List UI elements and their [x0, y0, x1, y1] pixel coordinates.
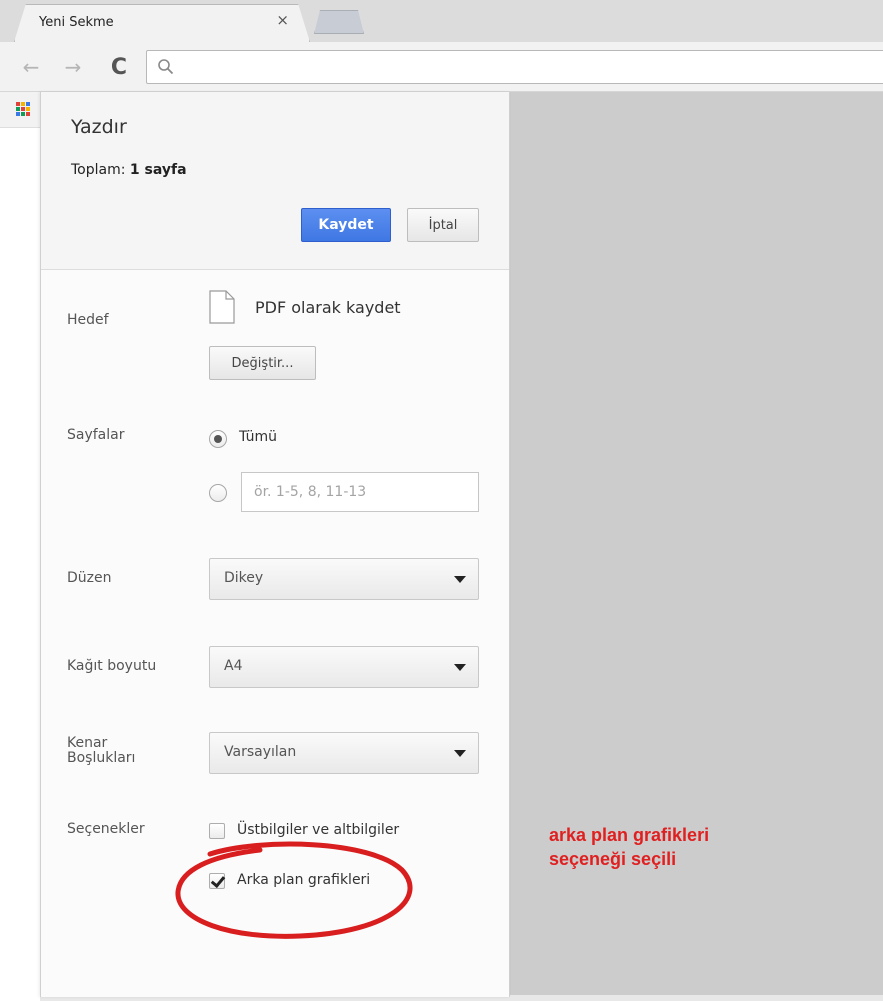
- document-icon: [209, 290, 235, 324]
- paper-size-label: Kağıt boyutu: [67, 658, 157, 674]
- print-title: Yazdır: [71, 116, 127, 138]
- new-tab-button[interactable]: [314, 10, 364, 34]
- reload-icon[interactable]: C: [106, 52, 132, 82]
- pages-range-radio[interactable]: [209, 484, 227, 502]
- cancel-button[interactable]: İptal: [407, 208, 479, 242]
- paper-size-value: A4: [224, 658, 243, 674]
- headers-footers-label: Üstbilgiler ve altbilgiler: [237, 822, 400, 838]
- summary-value: 1 sayfa: [129, 162, 187, 178]
- options-label: Seçenekler: [67, 821, 145, 837]
- tab-title: Yeni Sekme: [39, 15, 114, 30]
- destination-name: PDF olarak kaydet: [255, 298, 401, 317]
- annotation-line-1: arka plan grafikleri: [549, 825, 710, 845]
- margins-label-line1: Kenar: [67, 735, 108, 751]
- summary-label: Toplam:: [71, 162, 126, 178]
- chevron-down-icon: [454, 664, 466, 671]
- chevron-down-icon: [454, 750, 466, 757]
- pages-all-radio[interactable]: [209, 430, 227, 448]
- search-icon: [158, 59, 174, 75]
- layout-select[interactable]: Dikey: [209, 558, 479, 600]
- forward-arrow-icon[interactable]: →: [60, 52, 86, 82]
- margins-label: Kenar Boşlukları: [67, 736, 135, 766]
- address-bar[interactable]: [146, 50, 883, 84]
- destination-label: Hedef: [67, 312, 109, 328]
- annotation-circle: [175, 841, 413, 939]
- annotation-line-2: seçeneği seçili: [549, 849, 677, 869]
- browser-toolbar: ← → C: [0, 42, 883, 92]
- margins-label-line2: Boşlukları: [67, 750, 136, 766]
- change-destination-button[interactable]: Değiştir...: [209, 346, 316, 380]
- layout-label: Düzen: [67, 570, 112, 586]
- apps-grid-icon[interactable]: [16, 102, 30, 116]
- save-button[interactable]: Kaydet: [301, 208, 391, 242]
- margins-value: Varsayılan: [224, 744, 297, 760]
- close-icon[interactable]: ×: [276, 13, 289, 28]
- back-arrow-icon[interactable]: ←: [18, 52, 44, 82]
- pages-range-input[interactable]: [241, 472, 479, 512]
- annotation-text: arka plan grafikleri seçeneği seçili: [549, 823, 849, 871]
- paper-size-select[interactable]: A4: [209, 646, 479, 688]
- layout-value: Dikey: [224, 570, 264, 586]
- pages-all-label: Tümü: [239, 429, 278, 445]
- pages-label: Sayfalar: [67, 427, 125, 443]
- chevron-down-icon: [454, 576, 466, 583]
- margins-select[interactable]: Varsayılan: [209, 732, 479, 774]
- tab-strip: Yeni Sekme ×: [0, 0, 883, 42]
- tab-new-tab[interactable]: Yeni Sekme ×: [14, 4, 310, 42]
- headers-footers-checkbox[interactable]: [209, 823, 225, 839]
- page-summary: Toplam: 1 sayfa: [71, 162, 187, 178]
- print-header: Yazdır Toplam: 1 sayfa Kaydet İptal: [41, 92, 509, 270]
